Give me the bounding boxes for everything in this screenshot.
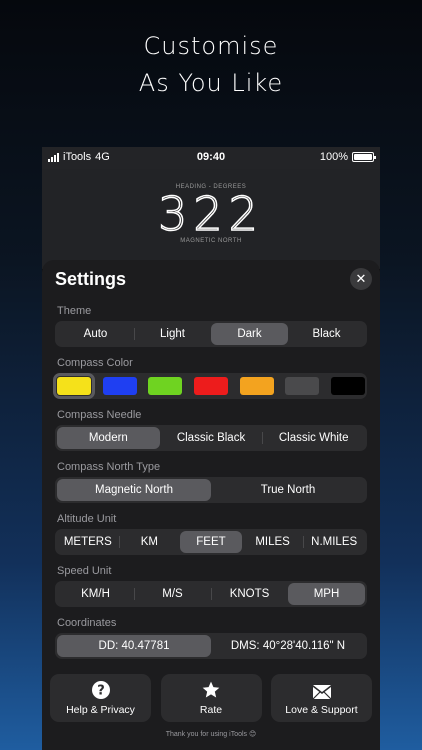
altitude-option-miles[interactable]: MILES [242, 531, 304, 553]
speed-option-mph[interactable]: MPH [288, 583, 365, 605]
svg-text:?: ? [97, 684, 105, 699]
headline-line-2: As You Like [138, 69, 284, 97]
color-swatch-yellow[interactable] [53, 373, 95, 399]
compass-color-selector [53, 373, 367, 399]
theme-option-auto[interactable]: Auto [57, 323, 134, 345]
needle-option-classic-white[interactable]: Classic White [262, 427, 365, 449]
altitude-option-nmiles[interactable]: N.MILES [303, 531, 365, 553]
speed-option-kmh[interactable]: KM/H [57, 583, 134, 605]
help-privacy-label: Help & Privacy [66, 704, 135, 716]
coordinates-option-dd[interactable]: DD: 40.47781 [57, 635, 211, 657]
footer-thanks: Thank you for using iTools 😊 [165, 731, 257, 738]
love-support-button[interactable]: Love & Support [271, 674, 372, 722]
love-support-label: Love & Support [285, 704, 358, 716]
close-button[interactable]: ✕ [350, 268, 372, 290]
altitude-unit-label: Altitude Unit [57, 513, 117, 525]
north-option-magnetic[interactable]: Magnetic North [57, 479, 211, 501]
theme-option-light[interactable]: Light [134, 323, 211, 345]
settings-title: Settings [55, 269, 127, 289]
coordinates-label: Coordinates [57, 617, 117, 629]
altitude-option-feet[interactable]: FEET [180, 531, 242, 553]
theme-option-black[interactable]: Black [288, 323, 365, 345]
color-swatch-black[interactable] [330, 377, 365, 395]
altitude-option-km[interactable]: KM [118, 531, 181, 553]
compass-color-label: Compass Color [57, 357, 133, 369]
altitude-unit-selector: METERS KM FEET MILES N.MILES [55, 529, 367, 555]
promo-headline: Customise As You Like [0, 28, 422, 102]
color-swatch-red[interactable] [193, 377, 228, 395]
help-privacy-button[interactable]: ? Help & Privacy [50, 674, 151, 722]
mail-icon [312, 685, 331, 700]
close-icon: ✕ [355, 271, 367, 286]
needle-option-modern[interactable]: Modern [57, 427, 160, 449]
speed-unit-selector: KM/H M/S KNOTS MPH [55, 581, 367, 607]
theme-selector: Auto Light Dark Black [55, 321, 367, 347]
color-swatch-blue[interactable] [102, 377, 137, 395]
north-type-label: Compass North Type [57, 461, 161, 473]
needle-option-classic-black[interactable]: Classic Black [160, 427, 263, 449]
rate-label: Rate [199, 704, 223, 716]
status-bar: iTools 4G 09:40 100% [42, 147, 380, 169]
headline-line-1: Customise [143, 32, 279, 60]
heading-degrees: 322 [157, 187, 264, 241]
color-swatch-gray[interactable] [285, 377, 320, 395]
help-icon: ? [91, 681, 110, 699]
color-swatch-green[interactable] [148, 377, 183, 395]
battery-percent: 100% [319, 151, 348, 163]
north-option-true[interactable]: True North [211, 479, 365, 501]
theme-option-dark[interactable]: Dark [211, 323, 288, 345]
coordinates-option-dms[interactable]: DMS: 40°28'40.116" N [211, 635, 365, 657]
color-swatch-orange[interactable] [239, 377, 274, 395]
speed-unit-label: Speed Unit [57, 565, 112, 577]
action-buttons: ? Help & Privacy Rate Love & Support [50, 674, 372, 722]
compass-needle-selector: Modern Classic Black Classic White [55, 425, 367, 451]
altitude-option-meters[interactable]: METERS [57, 531, 119, 553]
speed-option-ms[interactable]: M/S [134, 583, 211, 605]
rate-button[interactable]: Rate [160, 674, 262, 722]
phone-screen: iTools 4G 09:40 100% HEADING - DEGREES 3… [42, 147, 380, 750]
theme-label: Theme [57, 305, 92, 317]
speed-option-knots[interactable]: KNOTS [211, 583, 288, 605]
north-type-caption: MAGNETIC NORTH [180, 238, 242, 244]
star-icon [202, 681, 220, 698]
coordinates-selector: DD: 40.47781 DMS: 40°28'40.116" N [55, 633, 367, 659]
north-type-selector: Magnetic North True North [55, 477, 367, 503]
compass-readout: HEADING - DEGREES 322 MAGNETIC NORTH [42, 169, 380, 269]
settings-sheet: Settings ✕ Theme Auto Light Dark Black C… [42, 260, 380, 750]
compass-needle-label: Compass Needle [57, 409, 142, 421]
battery-icon [352, 152, 376, 162]
